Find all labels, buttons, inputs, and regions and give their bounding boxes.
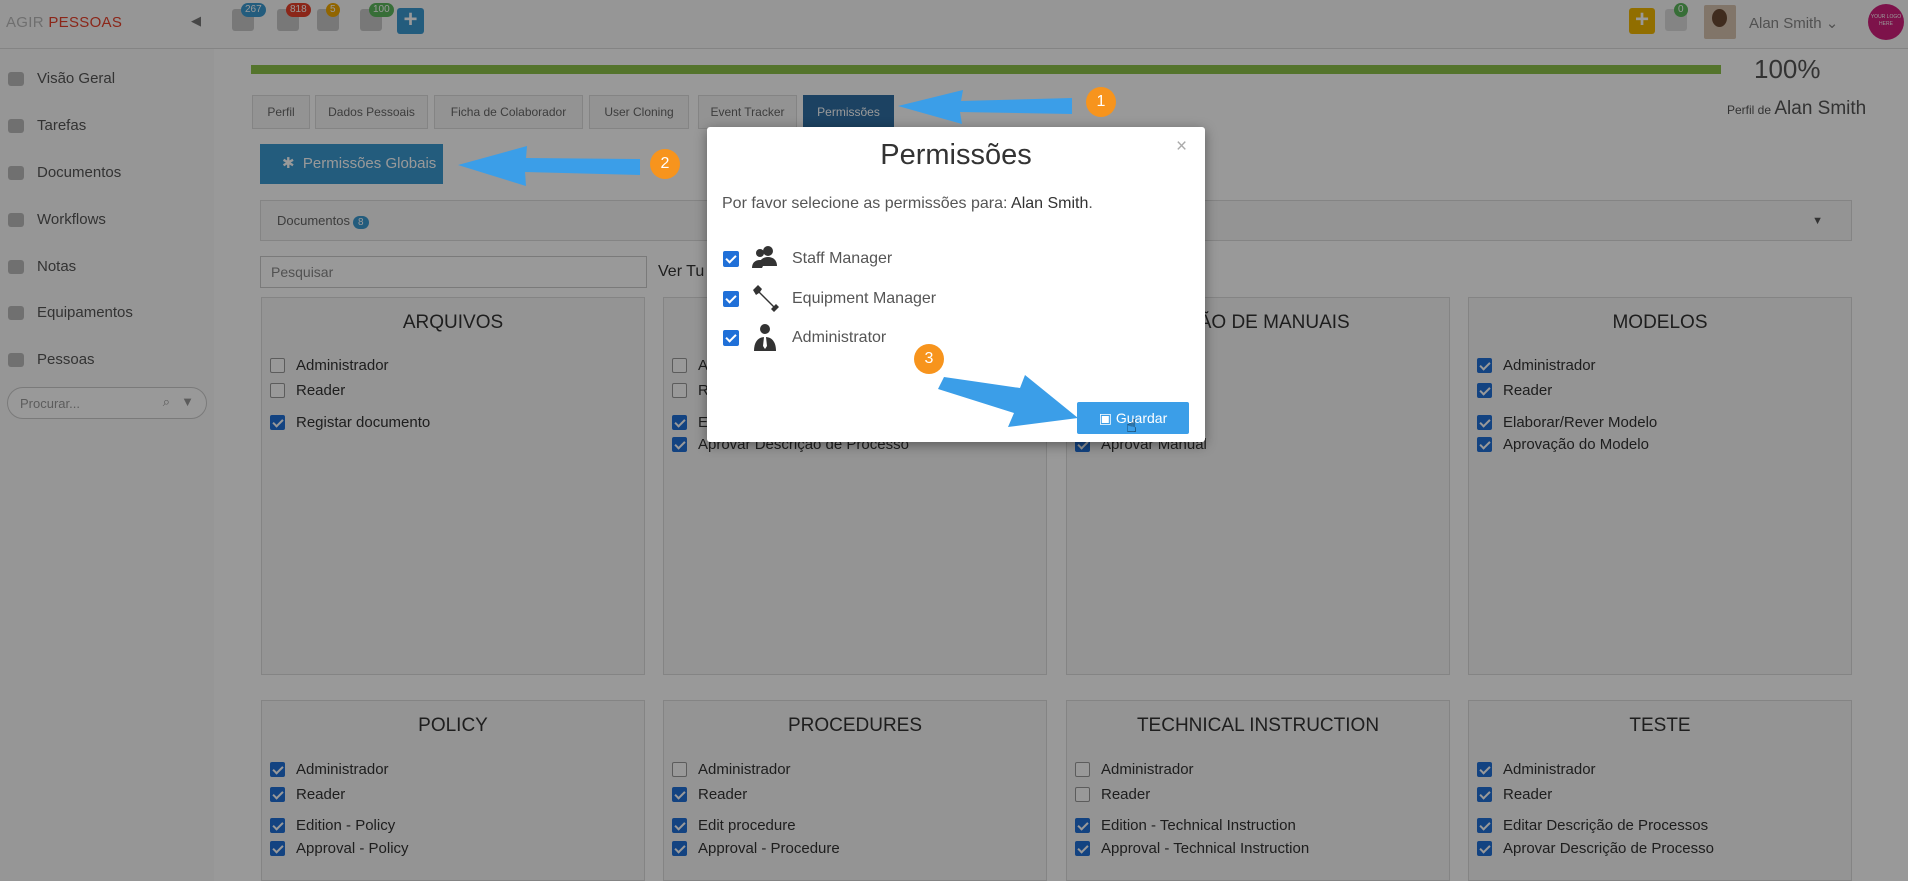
annotation-arrows xyxy=(458,90,1078,427)
step-1-marker: 1 xyxy=(1086,87,1116,117)
pointer-cursor-icon: ☝ xyxy=(1126,416,1137,436)
step-2-marker: 2 xyxy=(650,149,680,179)
step-3-marker: 3 xyxy=(914,344,944,374)
arrow-3 xyxy=(938,375,1078,427)
arrow-2 xyxy=(458,146,640,186)
arrow-1 xyxy=(898,90,1072,124)
